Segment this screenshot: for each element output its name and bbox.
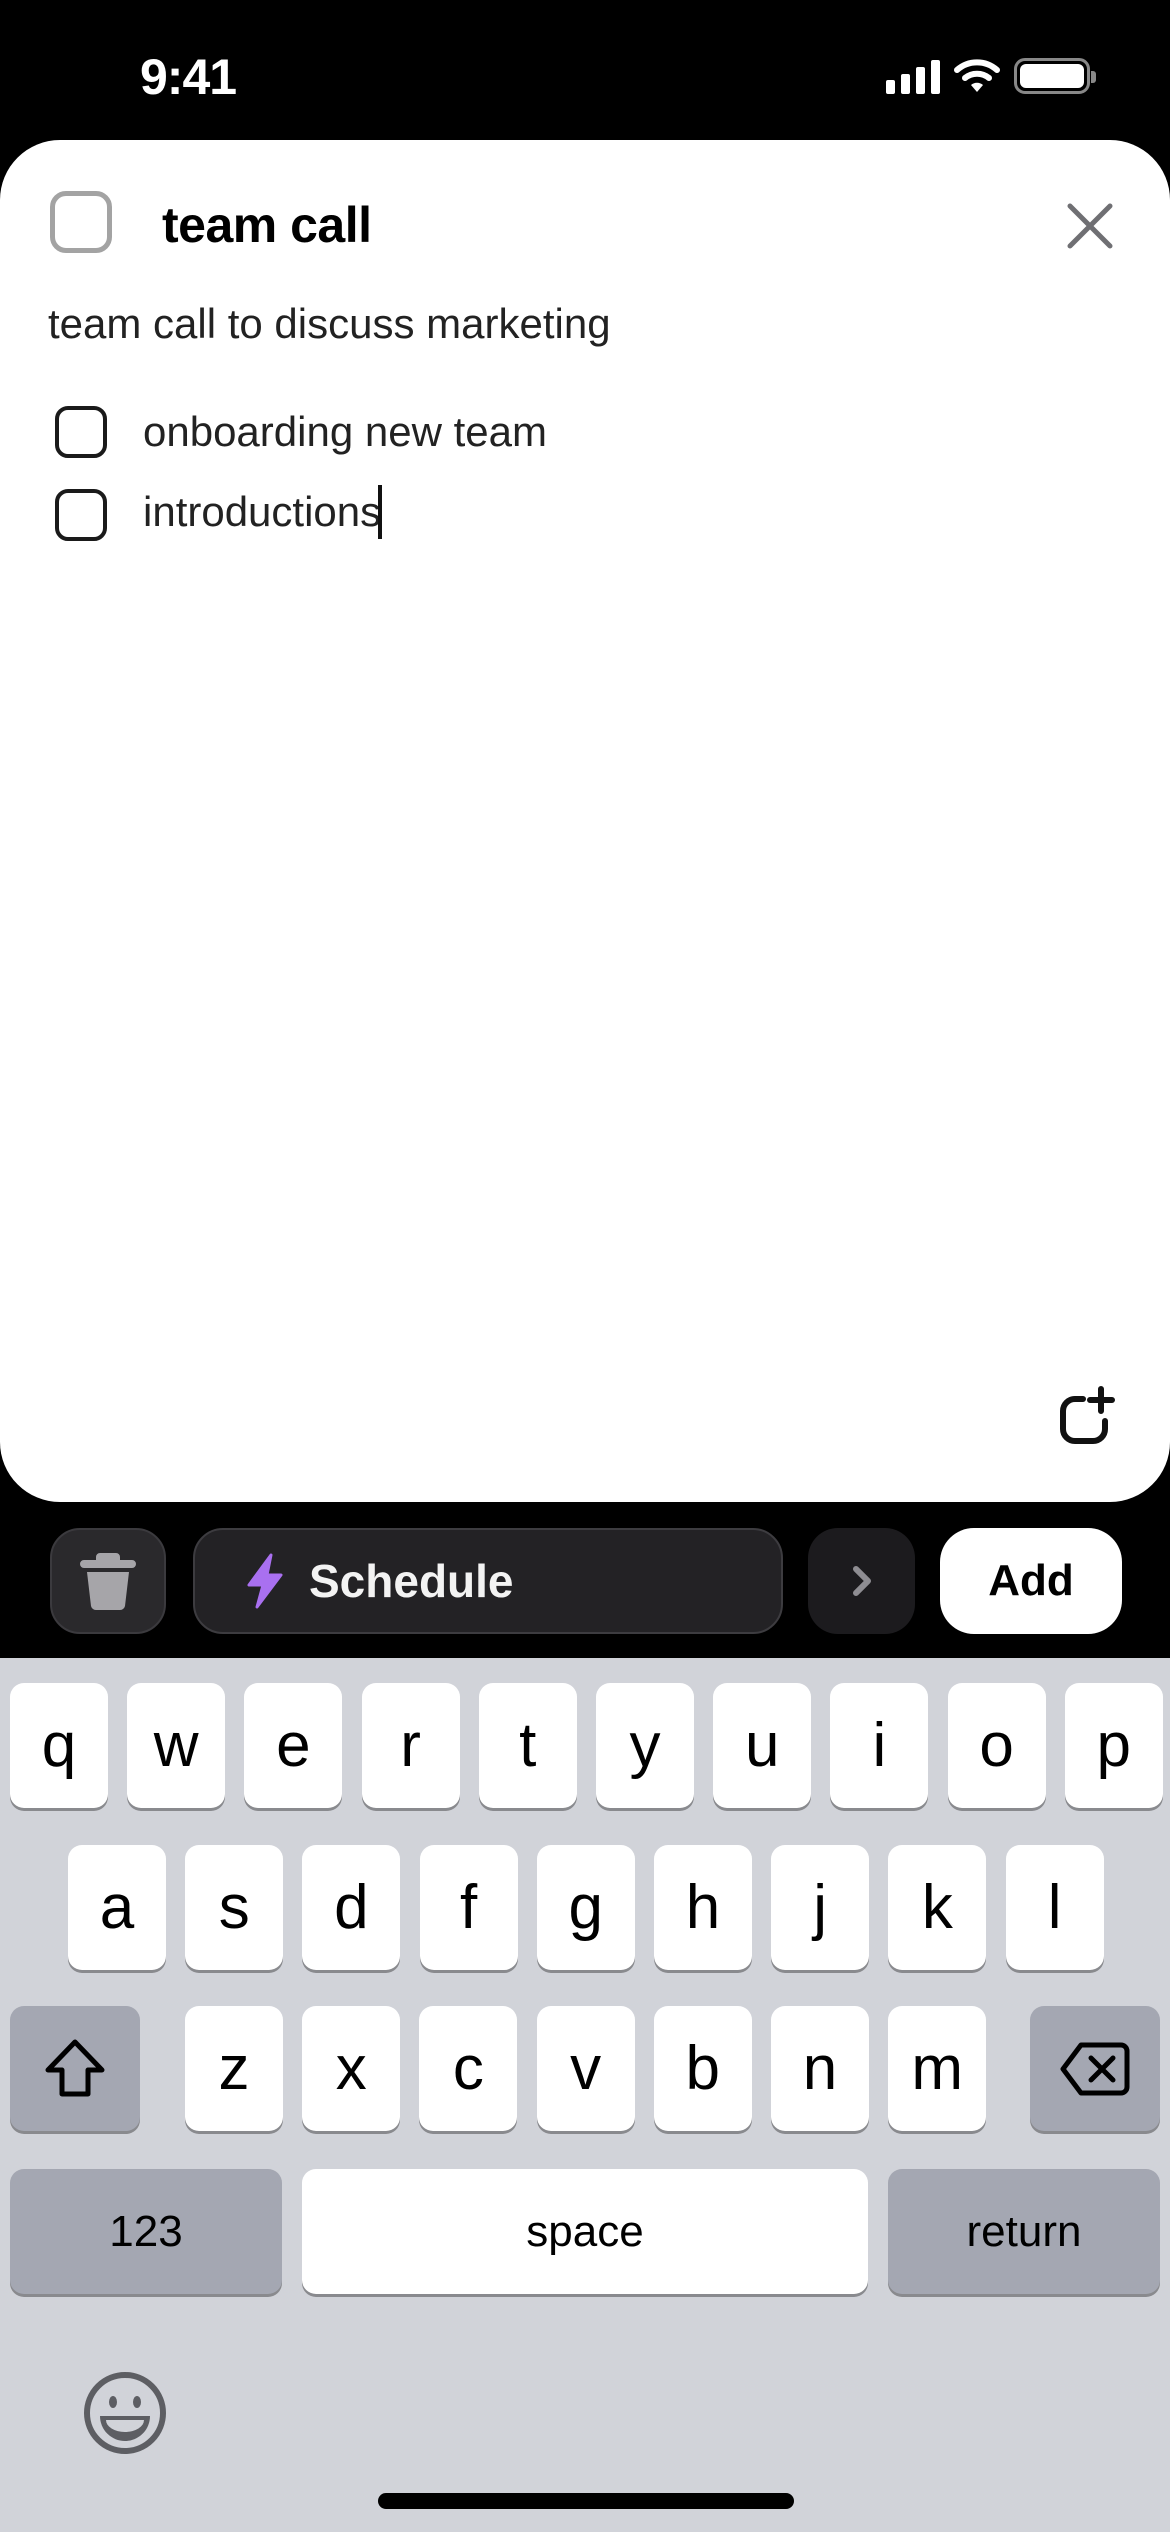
- key-d[interactable]: d: [302, 1845, 401, 1970]
- key-r[interactable]: r: [361, 1683, 460, 1808]
- emoji-icon: [84, 2372, 166, 2454]
- delete-button[interactable]: [50, 1528, 166, 1634]
- backspace-icon: [1060, 2042, 1130, 2095]
- subtask-checkbox[interactable]: [55, 406, 107, 458]
- wifi-icon: [954, 59, 1000, 92]
- key-k[interactable]: k: [888, 1845, 987, 1970]
- key-i[interactable]: i: [830, 1683, 929, 1808]
- key-h[interactable]: h: [654, 1845, 752, 1970]
- status-icons: [886, 58, 1096, 94]
- close-icon: [1067, 203, 1113, 249]
- task-complete-checkbox[interactable]: [50, 191, 112, 253]
- key-e[interactable]: e: [244, 1683, 343, 1808]
- task-title[interactable]: team call: [162, 196, 372, 254]
- key-w[interactable]: w: [127, 1683, 226, 1808]
- chevron-right-icon: [852, 1566, 871, 1596]
- key-f[interactable]: f: [419, 1845, 518, 1970]
- key-q[interactable]: q: [10, 1683, 108, 1808]
- key-a[interactable]: a: [68, 1845, 166, 1970]
- trash-icon: [80, 1553, 136, 1611]
- subtask-checkbox[interactable]: [55, 489, 107, 541]
- lightning-bolt-icon: [247, 1553, 283, 1609]
- add-label: Add: [988, 1556, 1074, 1605]
- key-n[interactable]: n: [771, 2006, 869, 2131]
- schedule-label: Schedule: [309, 1555, 514, 1607]
- subtask-label[interactable]: onboarding new team: [143, 408, 547, 456]
- status-time: 9:41: [140, 49, 237, 105]
- close-button[interactable]: [1060, 196, 1120, 256]
- add-subtask-icon: [1060, 1386, 1115, 1444]
- numbers-key[interactable]: 123: [10, 2169, 282, 2294]
- key-u[interactable]: u: [713, 1683, 812, 1808]
- key-v[interactable]: v: [536, 2006, 635, 2131]
- key-m[interactable]: m: [888, 2006, 987, 2131]
- keyboard: qwertyuiop asdfghjkl zxcvbnm 123 space r…: [0, 1658, 1170, 2532]
- add-button[interactable]: Add: [940, 1528, 1122, 1634]
- key-c[interactable]: c: [419, 2006, 518, 2131]
- key-x[interactable]: x: [302, 2006, 401, 2131]
- return-key[interactable]: return: [888, 2169, 1160, 2294]
- key-l[interactable]: l: [1005, 1845, 1104, 1970]
- cellular-signal-icon: [886, 58, 940, 94]
- home-indicator: [378, 2493, 794, 2509]
- battery-icon: [1014, 58, 1096, 94]
- key-t[interactable]: t: [478, 1683, 577, 1808]
- key-y[interactable]: y: [596, 1683, 694, 1808]
- text-cursor: [378, 485, 383, 539]
- backspace-key[interactable]: [1030, 2006, 1160, 2131]
- key-z[interactable]: z: [185, 2006, 283, 2131]
- shift-key[interactable]: [10, 2006, 140, 2131]
- subtask-item: introductions: [55, 485, 383, 542]
- key-s[interactable]: s: [185, 1845, 284, 1970]
- key-b[interactable]: b: [653, 2006, 752, 2131]
- next-button[interactable]: [808, 1528, 915, 1634]
- subtask-input-text: introductions: [143, 488, 382, 536]
- space-key[interactable]: space: [302, 2169, 868, 2294]
- key-p[interactable]: p: [1064, 1683, 1163, 1808]
- subtask-item: onboarding new team: [55, 406, 547, 458]
- subtask-input[interactable]: introductions: [143, 485, 383, 542]
- status-bar: 9:41: [0, 0, 1170, 140]
- emoji-button[interactable]: [82, 2370, 168, 2456]
- shift-icon: [45, 2039, 105, 2096]
- key-g[interactable]: g: [536, 1845, 635, 1970]
- schedule-button[interactable]: Schedule: [193, 1528, 783, 1634]
- task-toolbar: Schedule Add: [0, 1502, 1170, 1658]
- task-card: team call team call to discuss marketing…: [0, 140, 1170, 1502]
- add-subtask-button[interactable]: [1055, 1385, 1119, 1449]
- key-j[interactable]: j: [771, 1845, 870, 1970]
- task-description[interactable]: team call to discuss marketing: [48, 300, 611, 348]
- key-o[interactable]: o: [947, 1683, 1046, 1808]
